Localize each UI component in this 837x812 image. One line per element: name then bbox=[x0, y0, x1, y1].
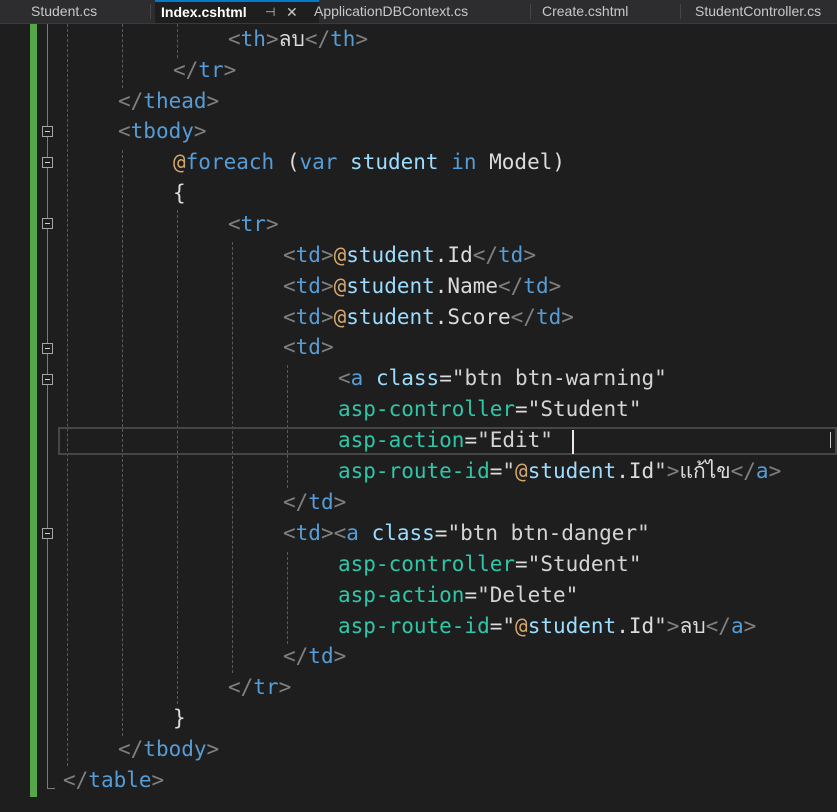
indent-guide bbox=[67, 24, 68, 766]
code-line[interactable]: { bbox=[173, 178, 186, 209]
code-line[interactable]: <td>@student.Id</td> bbox=[283, 240, 536, 271]
tab-label: Student.cs bbox=[31, 3, 98, 19]
tab-student-cs[interactable]: Student.cs bbox=[31, 0, 97, 23]
code-line[interactable]: asp-controller="Student" bbox=[338, 549, 641, 580]
ibeam-cursor-icon bbox=[830, 432, 831, 448]
change-indicator-bar bbox=[30, 24, 37, 797]
collapse-icon[interactable] bbox=[42, 157, 53, 168]
indent-guide bbox=[122, 24, 123, 88]
indent-guide bbox=[232, 242, 233, 673]
code-line[interactable]: asp-route-id="@student.Id">แก้ไข</a> bbox=[338, 456, 781, 487]
code-line[interactable]: asp-action="Edit" bbox=[338, 425, 553, 456]
close-icon[interactable]: ✕ bbox=[286, 2, 298, 23]
code-line[interactable]: asp-route-id="@student.Id">ลบ</a> bbox=[338, 611, 756, 642]
tab-create-cshtml[interactable]: Create.cshtml bbox=[542, 0, 628, 23]
code-line[interactable]: </tbody> bbox=[118, 734, 219, 765]
tab-studentcontroller-cs[interactable]: StudentController.cs bbox=[695, 0, 821, 23]
tab-label: StudentController.cs bbox=[695, 3, 822, 19]
indent-guide bbox=[177, 24, 178, 58]
code-line[interactable]: <td>@student.Score</td> bbox=[283, 302, 574, 333]
collapse-icon[interactable] bbox=[42, 126, 53, 137]
editor-tab-bar: Student.cs Index.cshtml ⊣ ✕ ApplicationD… bbox=[0, 0, 837, 24]
code-line[interactable]: </thead> bbox=[118, 86, 219, 117]
tab-separator bbox=[150, 4, 151, 19]
text-caret bbox=[572, 430, 574, 454]
tab-separator bbox=[680, 4, 681, 19]
collapse-icon[interactable] bbox=[42, 218, 53, 229]
code-line[interactable]: <a class="btn btn-warning" bbox=[338, 363, 667, 394]
indent-guide bbox=[287, 552, 288, 644]
tab-index-cshtml[interactable]: Index.cshtml ⊣ ✕ bbox=[155, 0, 319, 23]
code-line[interactable]: @foreach (var student in Model) bbox=[173, 147, 565, 178]
outline-end bbox=[47, 788, 55, 789]
outline-line bbox=[47, 137, 48, 157]
code-line[interactable]: <td> bbox=[283, 332, 334, 363]
code-line[interactable]: <tr> bbox=[228, 209, 279, 240]
tab-separator bbox=[530, 4, 531, 19]
code-line[interactable]: </tr> bbox=[173, 55, 236, 86]
tab-label: Create.cshtml bbox=[542, 3, 629, 19]
outline-line bbox=[47, 24, 48, 126]
code-line[interactable]: </table> bbox=[63, 765, 164, 796]
code-line[interactable]: </tr> bbox=[228, 672, 291, 703]
code-line[interactable]: <td><a class="btn btn-danger" bbox=[283, 518, 650, 549]
indent-guide bbox=[177, 210, 178, 704]
collapse-icon[interactable] bbox=[42, 528, 53, 539]
collapse-icon[interactable] bbox=[42, 374, 53, 385]
code-line[interactable]: </td> bbox=[283, 641, 346, 672]
outline-line bbox=[47, 385, 48, 528]
pin-icon[interactable]: ⊣ bbox=[265, 2, 275, 23]
code-line[interactable]: <tbody> bbox=[118, 116, 207, 147]
code-line[interactable]: asp-controller="Student" bbox=[338, 394, 641, 425]
tab-label: ApplicationDBContext.cs bbox=[314, 3, 469, 19]
outline-line bbox=[47, 168, 48, 218]
outline-line bbox=[47, 229, 48, 343]
tab-label: Index.cshtml bbox=[161, 4, 247, 20]
code-line[interactable]: } bbox=[173, 703, 186, 734]
code-line[interactable]: <td>@student.Name</td> bbox=[283, 271, 561, 302]
tab-applicationdbcontext-cs[interactable]: ApplicationDBContext.cs bbox=[314, 0, 468, 23]
code-line[interactable]: </td> bbox=[283, 487, 346, 518]
outline-line bbox=[47, 539, 48, 789]
collapse-icon[interactable] bbox=[42, 343, 53, 354]
outline-line bbox=[47, 354, 48, 374]
code-line[interactable]: <th>ลบ</th> bbox=[228, 24, 368, 55]
code-line[interactable]: asp-action="Delete" bbox=[338, 580, 578, 611]
